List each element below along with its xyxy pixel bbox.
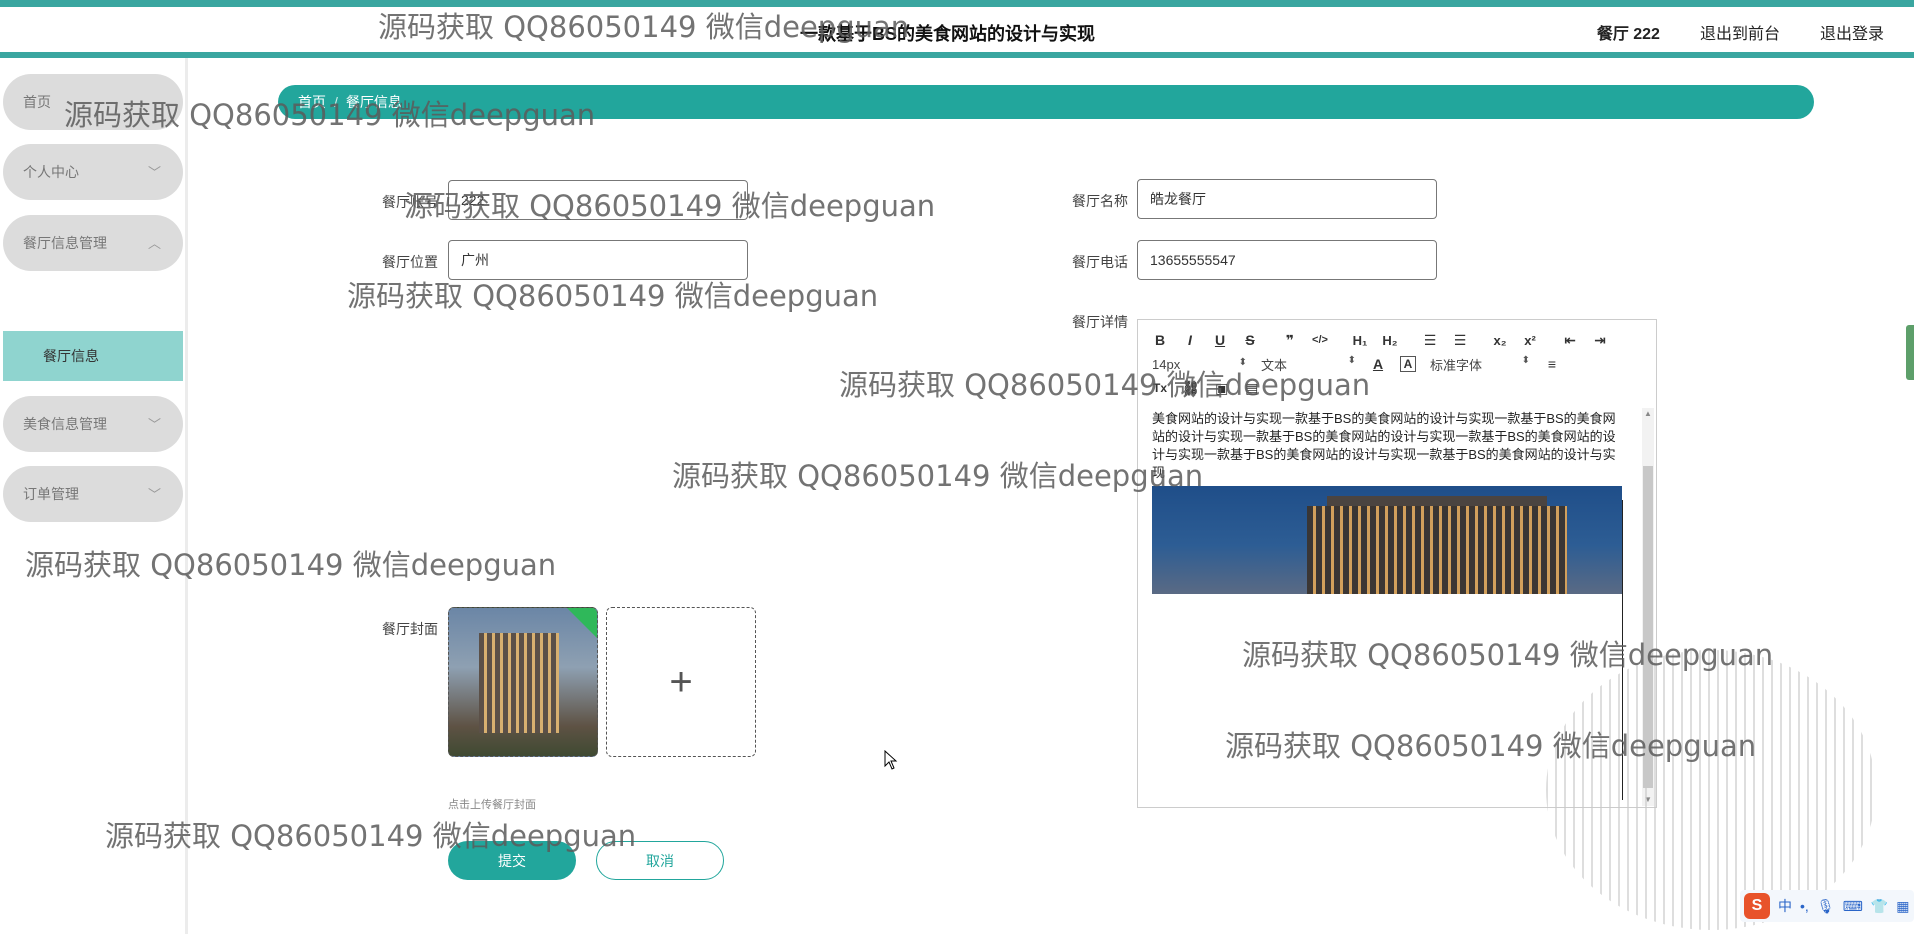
ime-toolbar: S 中 •, 🎙 ⌨ 👕 ▦: [1740, 890, 1914, 922]
strikethrough-icon[interactable]: S: [1242, 332, 1258, 348]
breadcrumb-home[interactable]: 首页: [298, 92, 326, 112]
sidebar-item-personal-center[interactable]: 个人中心 ﹀: [3, 144, 183, 200]
header-divider: [0, 52, 1914, 58]
heading2-icon[interactable]: H₂: [1382, 333, 1398, 348]
cover-image-thumbnail[interactable]: [448, 607, 598, 757]
breadcrumb: 首页 / 餐厅信息: [278, 85, 1814, 119]
name-input[interactable]: [1137, 179, 1437, 219]
chevron-down-icon: ﹀: [147, 487, 161, 502]
subscript-icon[interactable]: x₂: [1492, 333, 1508, 348]
chevron-up-icon: ︿: [147, 236, 161, 251]
ime-lang[interactable]: 中: [1778, 896, 1792, 916]
header-nav: 餐厅 222 退出到前台 退出登录: [1597, 20, 1884, 44]
grid-menu-icon[interactable]: ▦: [1896, 898, 1909, 915]
editor-content[interactable]: 美食网站的设计与实现一款基于BS的美食网站的设计与实现一款基于BS的美食网站的设…: [1152, 410, 1622, 800]
upload-success-badge: [567, 608, 597, 638]
account-input[interactable]: [448, 180, 748, 220]
sidebar-item-label: 个人中心: [23, 164, 79, 180]
font-size-select[interactable]: 14px ⬍: [1152, 357, 1247, 372]
text-type-value: 文本: [1261, 357, 1288, 373]
current-user[interactable]: 餐厅 222: [1597, 20, 1660, 44]
building-facade: [1307, 506, 1567, 594]
editor-caret: [1622, 500, 1623, 800]
top-accent-stripe: [0, 0, 1914, 7]
font-family-select[interactable]: 标准字体 ⬍: [1430, 355, 1530, 374]
breadcrumb-current: 餐厅信息: [345, 94, 402, 110]
phone-label: 餐厅电话: [1072, 254, 1128, 270]
sidebar: 首页 个人中心 ﹀ 餐厅信息管理 ︿ 餐厅信息 美食信息管理 ﹀ 订单管理 ﹀: [0, 58, 188, 934]
font-color-icon[interactable]: A: [1370, 356, 1386, 372]
editor-embedded-image: [1152, 486, 1622, 594]
select-arrows-icon: ⬍: [1238, 356, 1247, 368]
scroll-thumb[interactable]: [1643, 466, 1653, 788]
chevron-down-icon: ﹀: [147, 165, 161, 180]
clear-format-icon[interactable]: Tx: [1152, 381, 1168, 395]
account-label: 餐厅账号: [382, 194, 438, 210]
plus-icon: +: [669, 660, 693, 704]
indent-icon[interactable]: ⇥: [1592, 332, 1608, 349]
sidebar-subitem-restaurant-info[interactable]: 餐厅信息: [3, 331, 183, 381]
ordered-list-icon[interactable]: ☰: [1422, 332, 1438, 349]
name-label: 餐厅名称: [1072, 193, 1128, 209]
cover-building: [479, 633, 559, 733]
upload-hint: 点击上传餐厅封面: [448, 799, 536, 811]
sidebar-item-label: 美食信息管理: [23, 416, 107, 432]
scroll-down-icon[interactable]: ▼: [1642, 794, 1654, 806]
align-icon[interactable]: ≡: [1544, 356, 1560, 372]
font-size-value: 14px: [1152, 356, 1181, 372]
link-icon[interactable]: ⛓: [1182, 380, 1200, 397]
breadcrumb-separator: /: [334, 94, 338, 110]
select-arrows-icon: ⬍: [1521, 354, 1530, 366]
site-title: 一款基于BS的美食网站的设计与实现: [800, 24, 1096, 44]
heading1-icon[interactable]: H₁: [1352, 333, 1368, 348]
italic-icon[interactable]: I: [1182, 332, 1198, 348]
mouse-cursor-icon: [884, 750, 898, 770]
editor-scrollbar[interactable]: ▲ ▼: [1642, 408, 1654, 806]
upload-cover-button[interactable]: +: [606, 607, 756, 757]
code-block-icon[interactable]: </>: [1312, 334, 1328, 346]
location-label: 餐厅位置: [382, 254, 438, 270]
editor-toolbar: B I U S ❞ </> H₁ H₂ ☰ ☰ x₂ x² ⇤ ⇥ 14px ⬍ …: [1138, 320, 1656, 408]
background-color-icon[interactable]: A: [1400, 356, 1416, 372]
phone-input[interactable]: [1137, 240, 1437, 280]
sidebar-item-label: 订单管理: [23, 486, 79, 502]
superscript-icon[interactable]: x²: [1522, 333, 1538, 348]
sidebar-item-food-info-mgmt[interactable]: 美食信息管理 ﹀: [3, 396, 183, 452]
keyboard-icon[interactable]: ⌨: [1843, 898, 1863, 915]
sidebar-item-home[interactable]: 首页: [3, 74, 183, 130]
logout-link[interactable]: 退出登录: [1820, 20, 1884, 44]
chevron-down-icon: ﹀: [147, 417, 161, 432]
cancel-button[interactable]: 取消: [596, 841, 724, 880]
rich-text-editor[interactable]: B I U S ❞ </> H₁ H₂ ☰ ☰ x₂ x² ⇤ ⇥ 14px ⬍ …: [1137, 319, 1657, 808]
cover-label: 餐厅封面: [382, 621, 438, 637]
microphone-icon[interactable]: 🎙: [1817, 898, 1835, 915]
text-type-select[interactable]: 文本 ⬍: [1261, 355, 1356, 374]
font-family-value: 标准字体: [1430, 357, 1483, 373]
underline-icon[interactable]: U: [1212, 332, 1228, 348]
select-arrows-icon: ⬍: [1347, 354, 1356, 366]
editor-text: 美食网站的设计与实现一款基于BS的美食网站的设计与实现一款基于BS的美食网站的设…: [1152, 411, 1616, 480]
side-widget-tab[interactable]: [1906, 325, 1914, 380]
bold-icon[interactable]: B: [1152, 332, 1168, 348]
scroll-up-icon[interactable]: ▲: [1642, 408, 1654, 420]
details-label: 餐厅详情: [1072, 314, 1128, 330]
sidebar-item-label: 餐厅信息管理: [23, 235, 107, 251]
image-icon[interactable]: ▣: [1214, 380, 1230, 397]
punctuation-icon[interactable]: •,: [1800, 898, 1809, 914]
sidebar-item-order-mgmt[interactable]: 订单管理 ﹀: [3, 466, 183, 522]
video-icon[interactable]: ▤: [1244, 380, 1260, 397]
location-input[interactable]: [448, 240, 748, 280]
ime-logo-icon[interactable]: S: [1744, 893, 1770, 919]
sidebar-subitem-label: 餐厅信息: [43, 348, 99, 364]
blockquote-icon[interactable]: ❞: [1282, 332, 1298, 349]
back-to-front-link[interactable]: 退出到前台: [1700, 20, 1780, 44]
sidebar-item-restaurant-info-mgmt[interactable]: 餐厅信息管理 ︿: [3, 215, 183, 271]
sidebar-item-label: 首页: [23, 94, 51, 110]
bullet-list-icon[interactable]: ☰: [1452, 332, 1468, 349]
submit-button[interactable]: 提交: [448, 841, 576, 880]
outdent-icon[interactable]: ⇤: [1562, 332, 1578, 349]
skin-icon[interactable]: 👕: [1871, 898, 1888, 915]
watermark: 源码获取 QQ86050149 微信deepguan: [672, 459, 1204, 493]
